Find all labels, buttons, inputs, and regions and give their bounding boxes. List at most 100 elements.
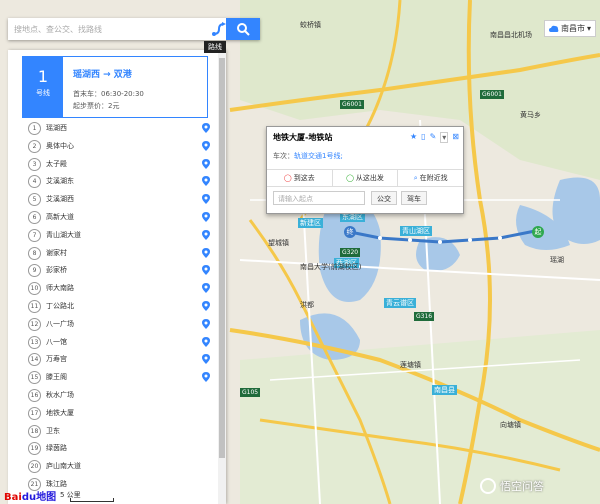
stop-item[interactable]: 17 地铁大厦 xyxy=(28,406,212,422)
station-popup: 地铁大厦-地铁站 ★ ▯ ✎ ▾ ⊠ 车次：轨道交通1号线; ◯ 到这去 ◯ 从这出… xyxy=(266,126,464,214)
location-pin-icon[interactable] xyxy=(202,247,210,258)
stop-name: 瑶湖西 xyxy=(46,124,67,132)
stop-number: 9 xyxy=(28,264,41,278)
phone-icon[interactable]: ▯ xyxy=(421,132,425,143)
location-pin-icon[interactable] xyxy=(202,301,210,311)
scrollbar-thumb[interactable] xyxy=(219,58,225,458)
stop-item[interactable]: 11 丁公路北 xyxy=(28,300,212,315)
location-pin-icon[interactable] xyxy=(202,212,210,222)
stop-item[interactable]: 9 彭家桥 xyxy=(28,264,212,279)
tab-depart-here[interactable]: ◯ 从这出发 xyxy=(333,170,399,186)
stop-number: 6 xyxy=(28,211,41,224)
stop-name: 青山湖大道 xyxy=(46,230,81,239)
stop-number: 18 xyxy=(28,424,41,438)
stop-item[interactable]: 8 谢家村 xyxy=(28,246,212,262)
map-label-xinjian: 新建区 xyxy=(298,218,323,228)
location-pin-icon[interactable] xyxy=(202,123,210,133)
location-pin-icon[interactable] xyxy=(202,354,210,365)
line-first-last: 首末车：06:30-20:30 xyxy=(73,90,144,98)
stop-number: 11 xyxy=(28,300,41,313)
stop-item[interactable]: 13 八一馆 xyxy=(28,335,212,351)
pin-red-icon: ◯ xyxy=(283,174,292,182)
tab-search-nearby[interactable]: ⌕ 在附近找 xyxy=(398,170,463,186)
stop-item[interactable]: 12 八一广场 xyxy=(28,317,212,333)
location-pin-icon[interactable] xyxy=(202,318,210,329)
popup-line-link[interactable]: 轨道交通1号线; xyxy=(294,152,343,160)
stop-name: 八一馆 xyxy=(46,337,67,346)
stop-item[interactable]: 15 滕王阁 xyxy=(28,371,212,386)
watermark: 悟空问答 xyxy=(480,478,544,494)
stop-name: 高新大道 xyxy=(46,213,74,221)
stop-item[interactable]: 3 太子殿 xyxy=(28,157,212,173)
stop-item[interactable]: 2 奥体中心 xyxy=(28,139,212,155)
panel-scrollbar[interactable] xyxy=(218,50,226,504)
location-pin-icon[interactable] xyxy=(202,176,210,187)
stop-number: 20 xyxy=(28,460,41,474)
location-pin-icon[interactable] xyxy=(202,229,210,240)
scale-bar xyxy=(70,498,114,502)
stop-name: 滕王阁 xyxy=(46,373,67,382)
chevron-down-icon: ▾ xyxy=(586,24,591,33)
stop-name: 艾溪湖东 xyxy=(46,177,74,186)
stop-number: 1 xyxy=(28,122,41,135)
route-end-marker[interactable]: 终 xyxy=(344,226,356,238)
stop-item[interactable]: 7 青山湖大道 xyxy=(28,228,212,244)
stop-number: 8 xyxy=(28,246,41,260)
stop-item[interactable]: 18 卫东 xyxy=(28,424,212,440)
star-icon[interactable]: ★ xyxy=(410,132,417,143)
popup-line-label: 车次： xyxy=(273,152,294,160)
edit-icon[interactable]: ✎ xyxy=(430,132,437,143)
location-pin-icon[interactable] xyxy=(202,372,210,383)
location-pin-icon[interactable] xyxy=(202,194,210,205)
drive-button[interactable]: 驾车 xyxy=(401,191,427,205)
city-selector-label: 南昌市 xyxy=(560,24,585,33)
route-start-marker[interactable]: 起 xyxy=(532,226,544,238)
stop-item[interactable]: 6 高新大道 xyxy=(28,211,212,226)
stop-item[interactable]: 5 艾溪湖西 xyxy=(28,193,212,208)
stop-name: 彭家桥 xyxy=(46,266,67,275)
stop-number: 17 xyxy=(28,406,41,420)
map-label-qingshan-lake: 青山湖区 xyxy=(400,226,432,236)
bus-button[interactable]: 公交 xyxy=(371,191,397,205)
map-label-huangma: 黄马乡 xyxy=(520,111,541,119)
stop-item[interactable]: 16 秋水广场 xyxy=(28,389,212,404)
start-point-input[interactable]: 请输入起点 xyxy=(273,191,365,205)
stop-number: 3 xyxy=(28,157,41,171)
map-label-jiaoqiao: 蛟桥镇 xyxy=(300,21,321,29)
stop-name: 庐山南大道 xyxy=(46,462,81,471)
stop-item[interactable]: 19 绿茵路 xyxy=(28,442,212,457)
tab-go-here[interactable]: ◯ 到这去 xyxy=(267,170,333,186)
stop-name: 奥体中心 xyxy=(46,141,74,150)
location-pin-icon[interactable] xyxy=(202,140,210,151)
city-selector[interactable]: 南昌市 ▾ xyxy=(543,20,596,37)
search-input[interactable]: 搜地点、查公交、找路线 xyxy=(8,18,226,40)
stop-item[interactable]: 14 万寿宫 xyxy=(28,353,212,368)
location-pin-icon[interactable] xyxy=(202,158,210,169)
stop-item[interactable]: 20 庐山南大道 xyxy=(28,460,212,475)
stop-number: 12 xyxy=(28,317,41,331)
location-pin-icon[interactable] xyxy=(202,265,210,276)
cloud-icon xyxy=(548,25,559,32)
route-button[interactable] xyxy=(210,20,228,38)
location-pin-icon[interactable] xyxy=(202,336,210,347)
search-bar: 搜地点、查公交、找路线 xyxy=(8,18,260,40)
route-tooltip: 路线 xyxy=(204,41,226,53)
dropdown-icon[interactable]: ▾ xyxy=(440,132,449,143)
location-pin-icon[interactable] xyxy=(202,283,210,294)
stop-item[interactable]: 10 师大南路 xyxy=(28,282,212,297)
watermark-text: 悟空问答 xyxy=(500,480,544,493)
stop-name: 谢家村 xyxy=(46,248,67,257)
line-fare: 起步票价：2元 xyxy=(73,102,120,110)
map-label-yaohu: 瑶湖 xyxy=(550,256,564,264)
stop-name: 绿茵路 xyxy=(46,444,67,453)
stop-item[interactable]: 1 瑶湖西 xyxy=(28,122,212,137)
stop-name: 太子殿 xyxy=(46,159,67,168)
stop-item[interactable]: 4 艾溪湖东 xyxy=(28,175,212,190)
close-icon[interactable]: ⊠ xyxy=(452,132,459,143)
map-label-nanchang-county: 南昌县 xyxy=(432,385,457,395)
line-summary-card[interactable]: 1 号线 瑶湖西 → 双港 首末车：06:30-20:30 起步票价：2元 xyxy=(22,56,208,118)
stop-number: 5 xyxy=(28,193,41,207)
stop-number: 7 xyxy=(28,228,41,242)
stop-number: 2 xyxy=(28,139,41,153)
search-button[interactable] xyxy=(226,18,260,40)
